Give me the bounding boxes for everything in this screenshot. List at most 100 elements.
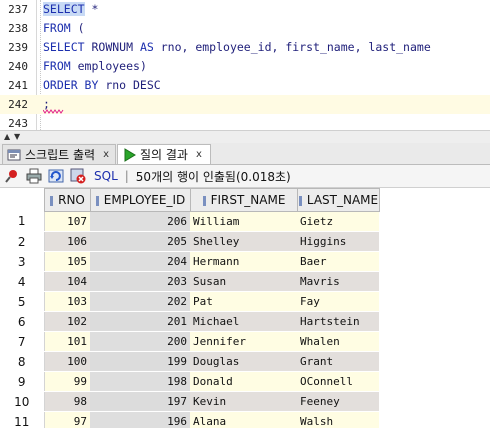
- code-line[interactable]: 238 FROM (: [0, 19, 490, 38]
- table-row[interactable]: 4 104 203 Susan Mavris: [0, 271, 379, 292]
- sort-handle-icon: [95, 195, 101, 207]
- table-row[interactable]: 3 105 204 Hermann Baer: [0, 251, 379, 272]
- table-row[interactable]: 9 99 198 Donald OConnell: [0, 371, 379, 392]
- column-header-first-name[interactable]: FIRST_NAME: [189, 188, 298, 212]
- cell-employee-id[interactable]: 200: [90, 331, 190, 352]
- table-row[interactable]: 6 102 201 Michael Hartstein: [0, 311, 379, 332]
- cell-last-name[interactable]: Fay: [297, 291, 379, 312]
- cell-last-name[interactable]: Baer: [297, 251, 379, 272]
- cancel-query-icon[interactable]: [70, 168, 86, 184]
- row-number-cell[interactable]: 7: [0, 331, 45, 352]
- row-number-cell[interactable]: 2: [0, 231, 45, 252]
- close-tab-icon[interactable]: x: [103, 149, 109, 160]
- row-number-cell[interactable]: 11: [0, 411, 45, 428]
- cell-employee-id[interactable]: 198: [90, 371, 190, 392]
- cell-first-name[interactable]: Jennifer: [190, 331, 297, 352]
- cell-first-name[interactable]: Kevin: [190, 391, 297, 412]
- cell-first-name[interactable]: Hermann: [190, 251, 297, 272]
- column-header-employee-id[interactable]: EMPLOYEE_ID: [89, 188, 191, 212]
- table-row[interactable]: 7 101 200 Jennifer Whalen: [0, 331, 379, 352]
- cell-rno[interactable]: 98: [44, 391, 90, 412]
- cell-rno[interactable]: 97: [44, 411, 90, 428]
- sql-editor[interactable]: 237 SELECT * 238 FROM ( 239 SELECT ROWNU…: [0, 0, 490, 130]
- code-line[interactable]: 240 FROM employees): [0, 57, 490, 76]
- cell-rno[interactable]: 100: [44, 351, 90, 372]
- close-tab-icon[interactable]: x: [196, 149, 202, 160]
- table-row[interactable]: 10 98 197 Kevin Feeney: [0, 391, 379, 412]
- row-number-cell[interactable]: 8: [0, 351, 45, 372]
- cell-rno[interactable]: 103: [44, 291, 90, 312]
- output-tab-bar: 스크립트 출력 x 질의 결과 x: [0, 143, 490, 165]
- row-number-cell[interactable]: 10: [0, 391, 45, 412]
- cell-last-name[interactable]: Grant: [297, 351, 379, 372]
- row-number-cell[interactable]: 3: [0, 251, 45, 272]
- cell-rno[interactable]: 102: [44, 311, 90, 332]
- cell-first-name[interactable]: William: [190, 211, 297, 232]
- collapse-up-icon[interactable]: ▲: [4, 132, 10, 141]
- code-line[interactable]: 237 SELECT *: [0, 0, 490, 19]
- cell-employee-id[interactable]: 197: [90, 391, 190, 412]
- cell-first-name[interactable]: Pat: [190, 291, 297, 312]
- sql-button[interactable]: SQL: [94, 169, 118, 183]
- table-row[interactable]: 5 103 202 Pat Fay: [0, 291, 379, 312]
- line-number: 239: [8, 41, 28, 54]
- table-row[interactable]: 8 100 199 Douglas Grant: [0, 351, 379, 372]
- table-row[interactable]: 11 97 196 Alana Walsh: [0, 411, 379, 428]
- table-row[interactable]: 1 107 206 William Gietz: [0, 211, 379, 232]
- cell-employee-id[interactable]: 203: [90, 271, 190, 292]
- cell-last-name[interactable]: Mavris: [297, 271, 379, 292]
- cell-last-name[interactable]: Walsh: [297, 411, 379, 428]
- code-line[interactable]: 243: [0, 114, 490, 130]
- cell-last-name[interactable]: Gietz: [297, 211, 379, 232]
- cell-rno[interactable]: 105: [44, 251, 90, 272]
- cell-rno[interactable]: 99: [44, 371, 90, 392]
- row-number-cell[interactable]: 4: [0, 271, 45, 292]
- cell-employee-id[interactable]: 196: [90, 411, 190, 428]
- code-text: rno DESC: [98, 78, 161, 92]
- cell-rno[interactable]: 101: [44, 331, 90, 352]
- cell-first-name[interactable]: Douglas: [190, 351, 297, 372]
- cell-rno[interactable]: 107: [44, 211, 90, 232]
- cell-first-name[interactable]: Alana: [190, 411, 297, 428]
- cell-employee-id[interactable]: 204: [90, 251, 190, 272]
- row-number-cell[interactable]: 1: [0, 211, 45, 232]
- result-grid[interactable]: RNO EMPLOYEE_ID FIRST_NAME LAST_NAME 1 10…: [0, 188, 490, 428]
- cell-rno[interactable]: 106: [44, 231, 90, 252]
- cell-employee-id[interactable]: 206: [90, 211, 190, 232]
- tab-query-result[interactable]: 질의 결과 x: [117, 144, 211, 164]
- cell-last-name[interactable]: Hartstein: [297, 311, 379, 332]
- code-line[interactable]: 241 ORDER BY rno DESC: [0, 76, 490, 95]
- column-header-last-name[interactable]: LAST_NAME: [296, 188, 380, 212]
- cell-first-name[interactable]: Michael: [190, 311, 297, 332]
- sort-handle-icon: [49, 195, 55, 207]
- cell-rno[interactable]: 104: [44, 271, 90, 292]
- cell-employee-id[interactable]: 205: [90, 231, 190, 252]
- code-line[interactable]: 239 SELECT ROWNUM AS rno, employee_id, f…: [0, 38, 490, 57]
- pin-icon[interactable]: [4, 168, 20, 184]
- line-number: 241: [8, 79, 28, 92]
- cell-first-name[interactable]: Donald: [190, 371, 297, 392]
- column-header-rno[interactable]: RNO: [43, 188, 91, 212]
- collapse-down-icon[interactable]: ▼: [14, 132, 20, 141]
- code-line-current[interactable]: 242 ;: [0, 95, 490, 114]
- cell-first-name[interactable]: Susan: [190, 271, 297, 292]
- refresh-icon[interactable]: [48, 168, 64, 184]
- cell-last-name[interactable]: Feeney: [297, 391, 379, 412]
- header-row: RNO EMPLOYEE_ID FIRST_NAME LAST_NAME: [0, 188, 380, 212]
- cell-last-name[interactable]: OConnell: [297, 371, 379, 392]
- row-number-cell[interactable]: 6: [0, 311, 45, 332]
- cell-first-name[interactable]: Shelley: [190, 231, 297, 252]
- cell-last-name[interactable]: Higgins: [297, 231, 379, 252]
- code-text: ROWNUM: [84, 40, 140, 54]
- row-number-cell[interactable]: 9: [0, 371, 45, 392]
- cell-last-name[interactable]: Whalen: [297, 331, 379, 352]
- panel-splitter[interactable]: ▲ ▼: [0, 130, 490, 144]
- print-icon[interactable]: [26, 168, 42, 184]
- cell-employee-id[interactable]: 201: [90, 311, 190, 332]
- tab-script-output[interactable]: 스크립트 출력 x: [2, 144, 116, 164]
- cell-employee-id[interactable]: 199: [90, 351, 190, 372]
- table-row[interactable]: 2 106 205 Shelley Higgins: [0, 231, 379, 252]
- fetch-status: 50개의 행이 인출됨(0.018초): [135, 169, 291, 184]
- row-number-cell[interactable]: 5: [0, 291, 45, 312]
- cell-employee-id[interactable]: 202: [90, 291, 190, 312]
